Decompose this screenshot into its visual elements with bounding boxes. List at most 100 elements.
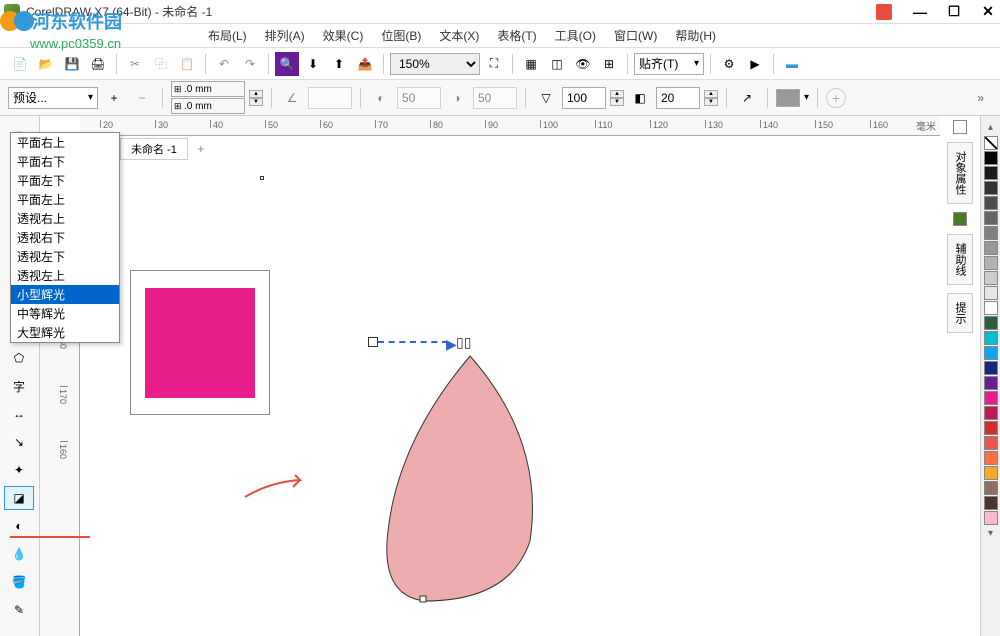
- side-icon-1[interactable]: [953, 120, 967, 134]
- add-effect-button[interactable]: +: [826, 88, 846, 108]
- preset-item[interactable]: 透视左下: [11, 247, 119, 266]
- print-button[interactable]: 🖨: [86, 52, 110, 76]
- feather-spinner[interactable]: ▲▼: [610, 90, 624, 106]
- launch-button[interactable]: ▶: [743, 52, 767, 76]
- drag-end-handle[interactable]: ▯▯: [456, 334, 471, 351]
- preset-item[interactable]: 透视左上: [11, 266, 119, 285]
- preset-item[interactable]: 大型辉光: [11, 323, 119, 342]
- export-button[interactable]: ⬆: [327, 52, 351, 76]
- add-tab-button[interactable]: +: [192, 141, 210, 157]
- user-icon[interactable]: [876, 4, 892, 20]
- no-color-swatch[interactable]: [984, 136, 998, 150]
- copy-button[interactable]: ⿻: [149, 52, 173, 76]
- color-swatch[interactable]: [984, 301, 998, 315]
- feather-input[interactable]: 100: [562, 87, 606, 109]
- open-button[interactable]: 📂: [34, 52, 58, 76]
- color-swatch[interactable]: [984, 346, 998, 360]
- tool-polygon[interactable]: ⬠: [4, 346, 34, 370]
- redo-button[interactable]: ↷: [238, 52, 262, 76]
- color-swatch[interactable]: [984, 466, 998, 480]
- color-swatch[interactable]: [984, 196, 998, 210]
- preset-item[interactable]: 平面左上: [11, 190, 119, 209]
- tool-text[interactable]: 字: [4, 374, 34, 398]
- tool-eyedropper[interactable]: 💧: [4, 542, 34, 566]
- menu-effects[interactable]: 效果(C): [315, 25, 372, 46]
- show-grid-button[interactable]: ◫: [545, 52, 569, 76]
- color-swatch[interactable]: [984, 436, 998, 450]
- preset-item[interactable]: 平面右上: [11, 133, 119, 152]
- preset-item-selected[interactable]: 小型辉光: [11, 285, 119, 304]
- snap-dropdown[interactable]: 贴齐(T)▾: [634, 53, 704, 75]
- color-swatch[interactable]: [984, 391, 998, 405]
- tool-transparency[interactable]: ◐: [4, 514, 34, 538]
- menu-text[interactable]: 文本(X): [431, 25, 487, 46]
- color-swatch[interactable]: [984, 361, 998, 375]
- tool-fill[interactable]: 🪣: [4, 570, 34, 594]
- color-swatch[interactable]: [984, 211, 998, 225]
- remove-preset-button[interactable]: −: [130, 86, 154, 110]
- tool-effects[interactable]: ✦: [4, 458, 34, 482]
- selection-handle[interactable]: [260, 176, 264, 180]
- steps-input[interactable]: 20: [656, 87, 700, 109]
- undo-button[interactable]: ↶: [212, 52, 236, 76]
- cut-button[interactable]: ✂: [123, 52, 147, 76]
- publish-button[interactable]: 📤: [353, 52, 377, 76]
- color-swatch[interactable]: [984, 226, 998, 240]
- menu-layout[interactable]: 布局(L): [200, 25, 255, 46]
- drag-start-handle[interactable]: [368, 337, 378, 347]
- color-swatch[interactable]: [984, 496, 998, 510]
- opacity-end-input[interactable]: 50: [473, 87, 517, 109]
- side-tab-hints[interactable]: 提示: [947, 293, 973, 333]
- menu-tools[interactable]: 工具(O): [547, 25, 604, 46]
- menu-help[interactable]: 帮助(H): [667, 25, 724, 46]
- preset-dropdown[interactable]: 预设...▾: [8, 87, 98, 109]
- shadow-color-swatch[interactable]: [776, 89, 800, 107]
- preset-item[interactable]: 平面右下: [11, 152, 119, 171]
- y-offset-input[interactable]: ⊞.0 mm: [171, 98, 245, 114]
- opacity-start-input[interactable]: 50: [397, 87, 441, 109]
- options-button[interactable]: ⚙: [717, 52, 741, 76]
- paste-button[interactable]: 📋: [175, 52, 199, 76]
- more-options-icon[interactable]: »: [977, 91, 992, 105]
- import-button[interactable]: ⬇: [301, 52, 325, 76]
- side-tab-guides[interactable]: 辅助线: [947, 234, 973, 285]
- snap-button[interactable]: ⊞: [597, 52, 621, 76]
- color-swatch[interactable]: [984, 451, 998, 465]
- side-icon-2[interactable]: [953, 212, 967, 226]
- preset-item[interactable]: 透视右下: [11, 228, 119, 247]
- close-button[interactable]: ✕: [980, 4, 996, 20]
- show-guides-button[interactable]: 👁: [571, 52, 595, 76]
- search-button[interactable]: 🔍: [275, 52, 299, 76]
- color-swatch[interactable]: [984, 286, 998, 300]
- maximize-button[interactable]: ☐: [946, 4, 962, 20]
- menu-window[interactable]: 窗口(W): [606, 25, 665, 46]
- palette-down[interactable]: ▾: [986, 526, 995, 541]
- color-swatch[interactable]: [984, 406, 998, 420]
- zoom-select[interactable]: 150%: [390, 53, 480, 75]
- angle-input[interactable]: [308, 87, 352, 109]
- tool-connector[interactable]: ↘: [4, 430, 34, 454]
- preset-item[interactable]: 透视右上: [11, 209, 119, 228]
- menu-table[interactable]: 表格(T): [489, 25, 544, 46]
- color-swatch[interactable]: [984, 151, 998, 165]
- menu-arrange[interactable]: 排列(A): [257, 25, 313, 46]
- color-swatch[interactable]: [984, 166, 998, 180]
- color-swatch[interactable]: [984, 511, 998, 525]
- color-swatch[interactable]: [984, 481, 998, 495]
- preset-item[interactable]: 中等辉光: [11, 304, 119, 323]
- new-button[interactable]: 📄: [8, 52, 32, 76]
- direction-button[interactable]: ↗: [735, 86, 759, 110]
- steps-spinner[interactable]: ▲▼: [704, 90, 718, 106]
- fullscreen-button[interactable]: ⛶: [482, 52, 506, 76]
- minimize-button[interactable]: —: [912, 4, 928, 20]
- tool-outline[interactable]: ✎: [4, 598, 34, 622]
- side-tab-properties[interactable]: 对象属性: [947, 142, 973, 204]
- menu-bitmap[interactable]: 位图(B): [373, 25, 429, 46]
- color-swatch[interactable]: [984, 241, 998, 255]
- preset-item[interactable]: 平面左下: [11, 171, 119, 190]
- add-preset-button[interactable]: +: [102, 86, 126, 110]
- offset-spinner[interactable]: ▲▼: [249, 90, 263, 106]
- doc-tab-active[interactable]: 未命名 -1: [120, 138, 188, 160]
- color-swatch[interactable]: [984, 316, 998, 330]
- color-swatch[interactable]: [984, 181, 998, 195]
